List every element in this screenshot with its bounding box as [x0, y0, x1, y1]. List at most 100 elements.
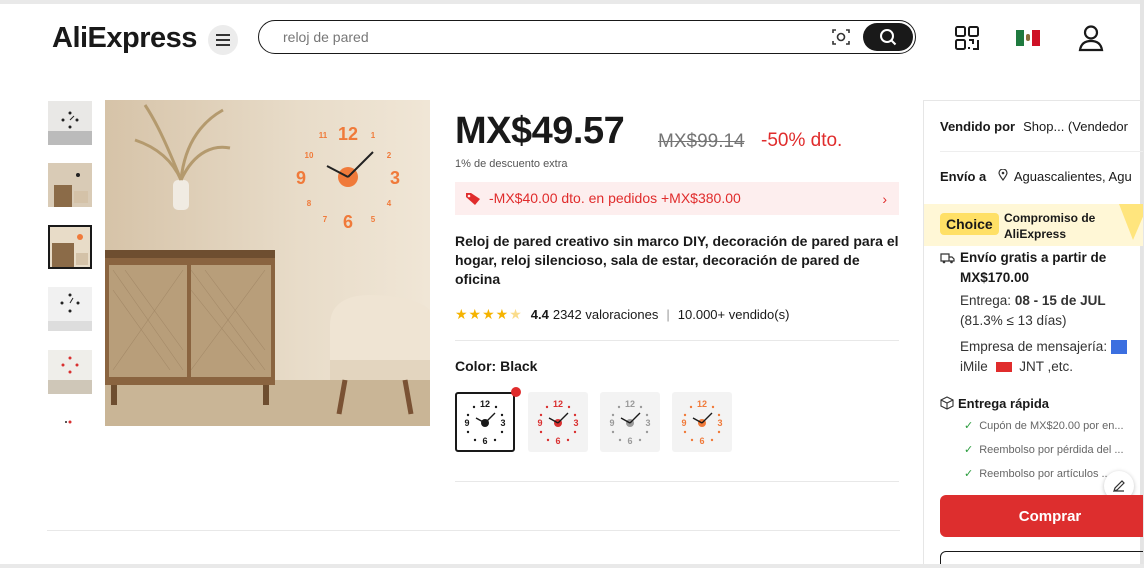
divider: [455, 340, 899, 341]
divider: [455, 481, 899, 482]
svg-text:1: 1: [371, 131, 376, 140]
courier-row: Empresa de mensajería: iMile JNT ,etc.: [960, 337, 1143, 377]
svg-text:8: 8: [307, 199, 312, 208]
svg-text:12: 12: [697, 399, 707, 409]
choice-badge: Choice: [940, 213, 999, 235]
svg-text:4: 4: [387, 199, 392, 208]
mexico-flag-icon[interactable]: [1016, 30, 1040, 46]
svg-text:3: 3: [500, 418, 505, 428]
benefit-text: Reembolso por artículos ...: [979, 468, 1111, 480]
svg-text:3: 3: [717, 418, 722, 428]
benefit-text: Cupón de MX$20.00 por en...: [979, 420, 1124, 432]
divider: [940, 151, 1143, 152]
check-icon: ✓: [964, 420, 974, 432]
box-icon: [940, 396, 954, 410]
aliexpress-logo[interactable]: AliExpress: [52, 22, 197, 55]
svg-text:12: 12: [480, 399, 490, 409]
top-strip: [0, 0, 1144, 4]
menu-icon: [216, 34, 230, 46]
thumbnail-3-selected[interactable]: [48, 225, 92, 269]
courier-label: Empresa de mensajería:: [960, 339, 1108, 354]
thumbnail-1[interactable]: [48, 101, 92, 145]
product-title: Reloj de pared creativo sin marco DIY, d…: [455, 233, 899, 287]
review-count[interactable]: 2342 valoraciones: [553, 307, 659, 322]
choice-commitment-text: Compromiso de AliExpress: [1004, 211, 1096, 241]
svg-text:9: 9: [296, 168, 306, 188]
svg-text:5: 5: [371, 215, 376, 224]
svg-text:3: 3: [573, 418, 578, 428]
svg-text:9: 9: [609, 418, 614, 428]
svg-text:9: 9: [464, 418, 469, 428]
extra-discount-text: 1% de descuento extra: [455, 158, 568, 170]
ship-to-label: Envío a: [940, 169, 987, 184]
clock-swatch-icon: 12 9 3 6: [681, 399, 722, 446]
courier-jnt: JNT ,etc.: [1019, 359, 1074, 374]
seller-name[interactable]: Shop... (Vendedor: [1023, 119, 1128, 134]
main-product-image[interactable]: 12 9 3 6 11 1 10 2 8 4 7 5: [105, 100, 430, 426]
qr-code-icon[interactable]: [954, 25, 980, 56]
thumbnail-5[interactable]: [48, 350, 92, 394]
color-swatch-orange[interactable]: 12 9 3 6: [672, 392, 732, 452]
tag-icon: [465, 192, 481, 211]
coupon-text: -MX$40.00 dto. en pedidos +MX$380.00: [489, 190, 741, 206]
fast-delivery-row: Entrega rápida: [940, 396, 1049, 411]
courier-imile: iMile: [960, 359, 988, 374]
location-pin-icon: [998, 168, 1008, 182]
sold-by-row[interactable]: Vendido por Shop... (Vendedor: [940, 119, 1128, 134]
clock-swatch-icon: 12 9 3 6: [609, 399, 650, 446]
ship-to-location[interactable]: Aguascalientes, Agu: [1014, 169, 1132, 184]
svg-text:9: 9: [537, 418, 542, 428]
svg-text:10: 10: [305, 151, 314, 160]
choice-check-icon: [1119, 204, 1143, 240]
color-swatch-black[interactable]: 12 9 3 6: [455, 392, 515, 452]
delivery-percent: (81.3% ≤ 13 días): [960, 313, 1067, 328]
svg-text:9: 9: [681, 418, 686, 428]
thumbnail-4[interactable]: [48, 287, 92, 331]
truck-icon: [940, 253, 955, 264]
hot-badge-icon: [511, 387, 521, 397]
search-icon: [880, 29, 897, 46]
delivery-dates: 08 - 15 de JUL: [1014, 293, 1106, 308]
discount-percent: -50% dto.: [761, 130, 843, 151]
ship-to-row[interactable]: Envío a Aguascalientes, Agu: [940, 168, 1132, 184]
benefit-text: Reembolso por pérdida del ...: [979, 444, 1124, 456]
choice-banner[interactable]: Choice Compromiso de AliExpress: [924, 204, 1143, 246]
jnt-logo-icon: [995, 362, 1012, 373]
svg-text:12: 12: [553, 399, 563, 409]
benefit-refund-loss: ✓ Reembolso por pérdida del ...: [964, 443, 1124, 456]
chevron-right-icon: ›: [882, 191, 887, 207]
color-swatch-red[interactable]: 12 9 3 6: [528, 392, 588, 452]
fast-delivery-label: Entrega rápida: [958, 396, 1050, 411]
svg-text:6: 6: [482, 436, 487, 446]
rating-value: 4.4: [530, 307, 549, 322]
current-price: MX$49.57: [455, 110, 625, 152]
thumbnail-2[interactable]: [48, 163, 92, 207]
original-price: MX$99.14: [658, 131, 745, 152]
rating-row[interactable]: ★★★★★ 4.4 2342 valoraciones | 10.000+ ve…: [455, 306, 789, 323]
pencil-icon: [1113, 480, 1125, 492]
search-bar: [258, 20, 916, 54]
svg-text:3: 3: [645, 418, 650, 428]
benefit-refund-items: ✓ Reembolso por artículos ...: [964, 467, 1111, 480]
thumbnail-6[interactable]: [48, 412, 92, 426]
free-shipping-row: Envío gratis a partir de MX$170.00: [940, 248, 1140, 288]
svg-text:6: 6: [555, 436, 560, 446]
delivery-label: Entrega:: [960, 293, 1012, 308]
color-label: Color: Black: [455, 358, 538, 374]
user-icon[interactable]: [1078, 24, 1104, 57]
courier-logo-icon: [1110, 340, 1127, 355]
buy-button[interactable]: Comprar: [940, 495, 1143, 537]
free-shipping-text: Envío gratis a partir de MX$170.00: [960, 250, 1107, 285]
search-button[interactable]: [863, 23, 913, 51]
menu-button[interactable]: [208, 25, 238, 55]
clock-swatch-icon: 12 9 3 6: [464, 399, 505, 446]
clock-swatch-icon: 12 9 3 6: [537, 399, 578, 446]
svg-text:11: 11: [319, 131, 328, 140]
color-swatch-silver[interactable]: 12 9 3 6: [600, 392, 660, 452]
svg-text:3: 3: [390, 168, 400, 188]
camera-search-icon[interactable]: [831, 27, 851, 52]
delivery-row: Entrega: 08 - 15 de JUL (81.3% ≤ 13 días…: [960, 291, 1143, 331]
check-icon: ✓: [964, 444, 974, 456]
search-input[interactable]: [281, 28, 805, 46]
coupon-banner[interactable]: -MX$40.00 dto. en pedidos +MX$380.00 ›: [455, 182, 899, 215]
